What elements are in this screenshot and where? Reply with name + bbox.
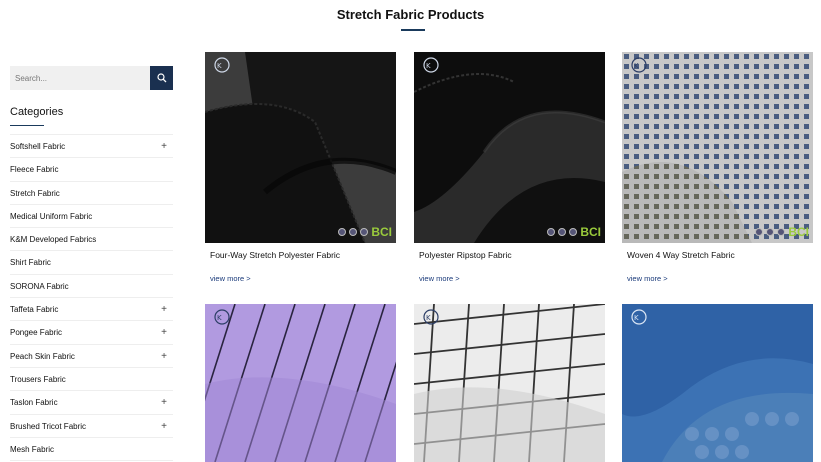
cert-icon [569,228,578,236]
sidebar-item-label: Fleece Fabric [10,165,59,175]
sidebar-item-label: Taslon Fabric [10,398,58,408]
cert-icon [755,228,764,236]
cert-badges: BCI [338,225,392,239]
expand-icon[interactable]: + [161,135,167,158]
sidebar-item-label: Medical Uniform Fabric [10,211,93,221]
sidebar-item-shirt-fabric[interactable]: Shirt Fabric [10,251,173,275]
sidebar-item-label: Pongee Fabric [10,328,63,338]
sidebar-item-label: SORONA Fabric [10,281,69,291]
cert-icon [547,228,556,236]
cert-icon [360,228,369,236]
sidebar-item-label: Mesh Fabric [10,444,55,454]
cert-badges: BCI [755,225,809,239]
svg-text:K: K [217,62,222,70]
bci-logo: BCI [580,225,601,239]
sidebar-item-peach-skin-fabric[interactable]: Peach Skin Fabric + [10,345,173,368]
category-list: Softshell Fabric + Fleece Fabric Stretch Fa… [10,134,173,462]
search-box [10,66,173,90]
expand-icon[interactable]: + [161,298,167,321]
product-title[interactable]: Four-Way Stretch Polyester Fabric [210,250,340,260]
sidebar-item-trousers-fabric[interactable]: Trousers Fabric [10,368,173,392]
product-title[interactable]: Woven 4 Way Stretch Fabric [627,250,735,260]
heading-underline [10,125,44,126]
product-image[interactable]: K [414,304,605,462]
search-icon [156,73,166,83]
page-title: Stretch Fabric Products [336,7,485,22]
brand-logo: K [210,308,244,334]
bci-logo: BCI [788,225,809,239]
product-image[interactable]: K BCI [205,52,396,243]
categories-heading: Categories [10,106,64,118]
svg-text:K: K [634,314,639,322]
sidebar-item-medical-uniform-fabric[interactable]: Medical Uniform Fabric [10,205,173,229]
cert-icon [558,228,567,236]
search-input[interactable] [10,66,150,90]
view-more-link[interactable]: view more > [627,274,668,283]
sidebar-item-k-m-developed-fabrics[interactable]: K&M Developed Fabrics [10,228,173,252]
sidebar-item-mesh-fabric[interactable]: Mesh Fabric [10,438,173,462]
brand-logo: K [210,56,244,82]
sidebar-item-label: Brushed Tricot Fabric [10,421,87,431]
product-image[interactable]: K [622,304,813,462]
sidebar-item-label: K&M Developed Fabrics [10,235,97,245]
cert-icon [349,228,358,236]
sidebar-item-taffeta-fabric[interactable]: Taffeta Fabric + [10,298,173,322]
sidebar-item-label: Shirt Fabric [10,258,51,268]
expand-icon[interactable]: + [161,391,167,414]
svg-text:K: K [634,62,639,70]
brand-logo: K [627,56,661,82]
cert-icon [766,228,775,236]
sidebar-item-taslon-fabric[interactable]: Taslon Fabric + [10,391,173,415]
sidebar-item-softshell-fabric[interactable]: Softshell Fabric + [10,135,173,159]
title-underline [401,29,425,31]
brand-logo: K [419,308,453,334]
sidebar-item-brushed-tricot-fabric[interactable]: Brushed Tricot Fabric + [10,415,173,438]
sidebar: Categories Softshell Fabric + Fleece Fabri… [10,66,173,462]
sidebar-item-label: Peach Skin Fabric [10,351,75,361]
cert-icon [777,228,786,236]
product-image[interactable]: K [205,304,396,462]
sidebar-item-sorona-fabric[interactable]: SORONA Fabric [10,275,173,299]
brand-logo: K [419,56,453,82]
expand-icon[interactable]: + [161,415,167,438]
sidebar-item-stretch-fabric[interactable]: Stretch Fabric [10,182,173,205]
product-title[interactable]: Polyester Ripstop Fabric [419,250,512,260]
sidebar-item-label: Stretch Fabric [10,188,60,198]
cert-icon [338,228,347,236]
product-image[interactable]: K BCI [622,52,813,243]
brand-logo: K [627,308,661,334]
sidebar-item-label: Trousers Fabric [10,374,66,384]
product-image[interactable]: K BCI [414,52,605,243]
expand-icon[interactable]: + [161,345,167,368]
cert-badges: BCI [547,225,601,239]
svg-text:K: K [426,314,431,322]
search-button[interactable] [150,66,173,90]
view-more-link[interactable]: view more > [210,274,251,283]
bci-logo: BCI [371,225,392,239]
sidebar-item-fleece-fabric[interactable]: Fleece Fabric [10,158,173,182]
svg-text:K: K [217,314,222,322]
svg-text:K: K [426,62,431,70]
sidebar-item-label: Taffeta Fabric [10,305,59,315]
sidebar-item-pongee-fabric[interactable]: Pongee Fabric + [10,321,173,345]
expand-icon[interactable]: + [161,321,167,344]
sidebar-item-label: Softshell Fabric [10,142,66,151]
view-more-link[interactable]: view more > [419,274,460,283]
